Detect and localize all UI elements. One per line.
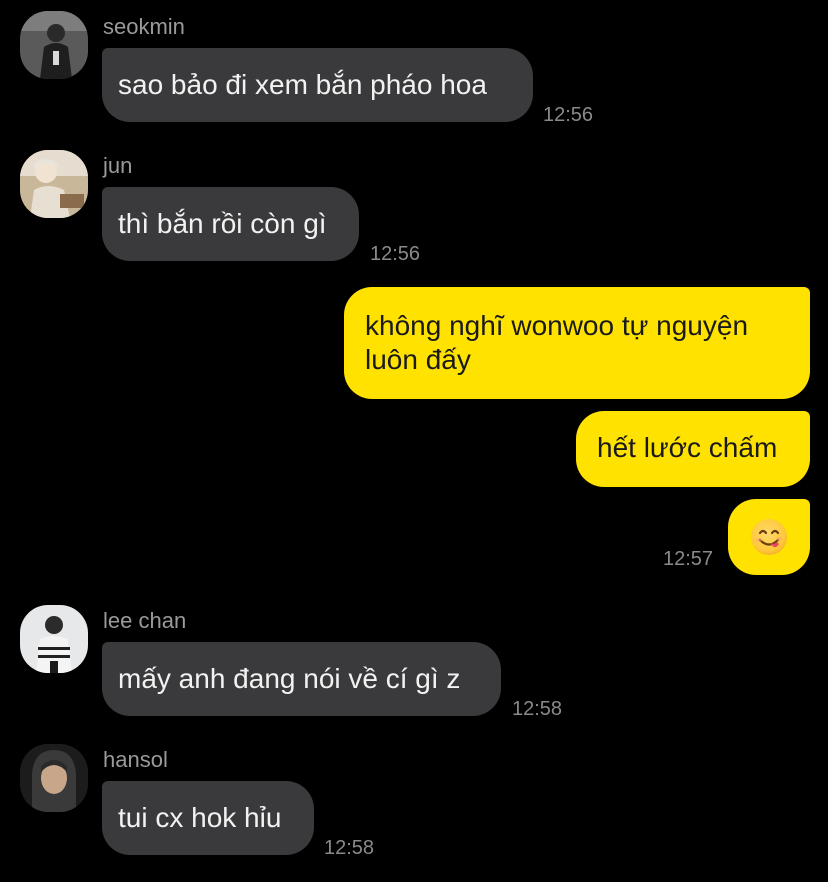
message-text: thì bắn rồi còn gì — [118, 208, 327, 239]
sender-name: hansol — [103, 747, 168, 772]
sender-name: lee chan — [103, 608, 187, 633]
avatar-jun-photo — [20, 150, 88, 218]
message-bubble-outgoing[interactable]: hết lước chấm — [576, 411, 810, 487]
message-text-line: không nghĩ wonwoo tự nguyện — [365, 310, 749, 341]
message-text: sao bảo đi xem bắn pháo hoa — [118, 69, 487, 100]
avatar-hansol[interactable] — [20, 744, 88, 812]
avatar-seokmin-photo — [20, 11, 88, 79]
avatar-seokmin[interactable] — [20, 11, 88, 79]
avatar-hansol-photo — [20, 744, 88, 812]
message-text: hết lước chấm — [597, 432, 778, 463]
message-timestamp: 12:57 — [663, 548, 714, 570]
yum-face-emoji-icon — [751, 519, 787, 555]
sender-name: jun — [103, 153, 133, 178]
message-text-line: luôn đấy — [365, 344, 471, 375]
message-bubble-incoming[interactable]: tui cx hok hỉu — [102, 781, 314, 855]
avatar-jun[interactable] — [20, 150, 88, 218]
message-bubble-incoming[interactable]: sao bảo đi xem bắn pháo hoa — [102, 48, 533, 122]
message-bubble-outgoing[interactable]: không nghĩ wonwoo tự nguyện luôn đấy — [344, 287, 810, 399]
message-bubble-incoming[interactable]: thì bắn rồi còn gì — [102, 187, 359, 261]
message-timestamp: 12:58 — [324, 837, 375, 859]
message-timestamp: 12:58 — [512, 698, 563, 720]
message-timestamp: 12:56 — [543, 104, 594, 126]
avatar-lee-chan-photo — [20, 605, 88, 673]
message-bubble-outgoing-emoji[interactable] — [728, 499, 810, 575]
avatar-lee-chan[interactable] — [20, 605, 88, 673]
message-bubble-incoming[interactable]: mấy anh đang nói về cí gì z — [102, 642, 501, 716]
message-text: tui cx hok hỉu — [118, 802, 282, 833]
message-text: mấy anh đang nói về cí gì z — [118, 663, 461, 694]
message-timestamp: 12:56 — [370, 243, 421, 265]
sender-name: seokmin — [103, 14, 185, 39]
